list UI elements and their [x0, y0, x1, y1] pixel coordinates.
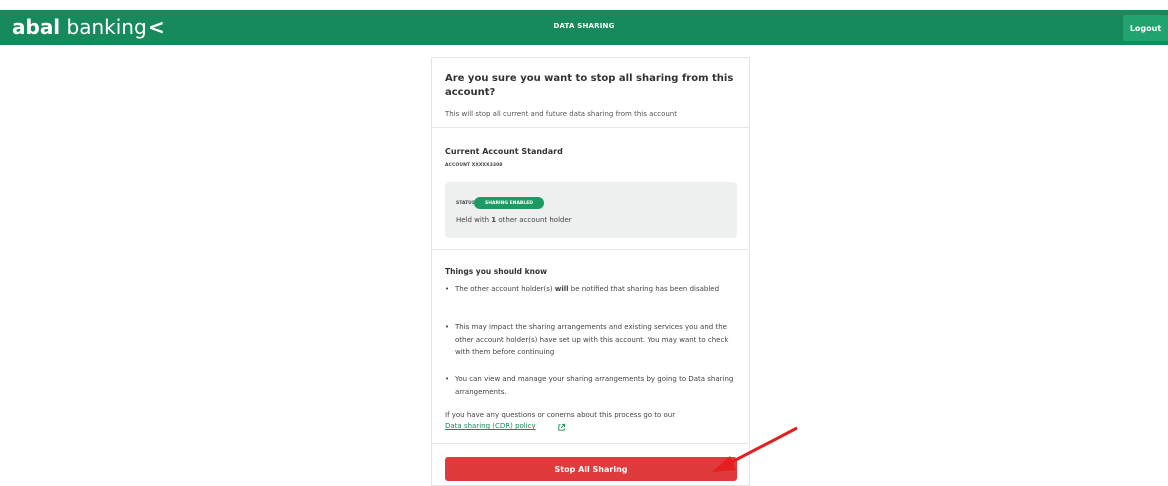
annotation-arrow-icon [712, 426, 798, 472]
confirm-question: Are you sure you want to stop all sharin… [445, 73, 734, 98]
list-item: • The other account holder(s) will be no… [445, 283, 740, 309]
policy-link[interactable]: Data sharing (CDR) policy [445, 422, 536, 430]
holder-suffix: other account holder [496, 216, 572, 224]
bullet-emphasis: will [554, 285, 569, 293]
logout-button[interactable]: Logout [1123, 15, 1168, 41]
closing-text: If you have any questions or conerns abo… [445, 411, 676, 419]
account-section: Current Account Standard ACCOUNT XXXXX33… [432, 136, 749, 250]
page-title: DATA SHARING [553, 22, 615, 30]
confirm-section: Are you sure you want to stop all sharin… [432, 58, 749, 128]
status-label: STATUS [456, 201, 476, 206]
status-panel: STATUS SHARING ENABLED Held with 1 other… [445, 182, 737, 238]
bullet-dot: • [445, 375, 450, 383]
holder-prefix: Held with [456, 216, 492, 224]
bullet-text-part: The other account holder(s) [455, 285, 555, 293]
list-item: • You can view and manage your sharing a… [445, 373, 740, 399]
confirm-description: This will stop all current and future da… [445, 110, 677, 118]
bullet-dot: • [445, 323, 450, 331]
account-name: Current Account Standard [445, 147, 563, 156]
status-badge: SHARING ENABLED [474, 197, 544, 209]
info-section: Things you should know • The other accou… [432, 258, 749, 444]
bullet-text-part: be notified that sharing has been disabl… [568, 285, 720, 293]
stop-all-sharing-button[interactable]: Stop All Sharing [445, 457, 737, 481]
top-nav-bar: abal banking < DATA SHARING Logout [0, 10, 1168, 45]
info-title: Things you should know [445, 267, 548, 276]
external-link-icon[interactable] [557, 423, 566, 432]
bullet-dot: • [445, 285, 450, 293]
bullet-text: This may impact the sharing arrangements… [455, 323, 729, 356]
holder-info: Held with 1 other account holder [456, 216, 572, 224]
list-item: • This may impact the sharing arrangemen… [445, 321, 740, 361]
bullet-text: The other account holder(s) will be noti… [455, 283, 738, 296]
account-number: ACCOUNT XXXXX3308 [445, 163, 503, 168]
bullet-text: You can view and manage your sharing arr… [455, 375, 734, 396]
